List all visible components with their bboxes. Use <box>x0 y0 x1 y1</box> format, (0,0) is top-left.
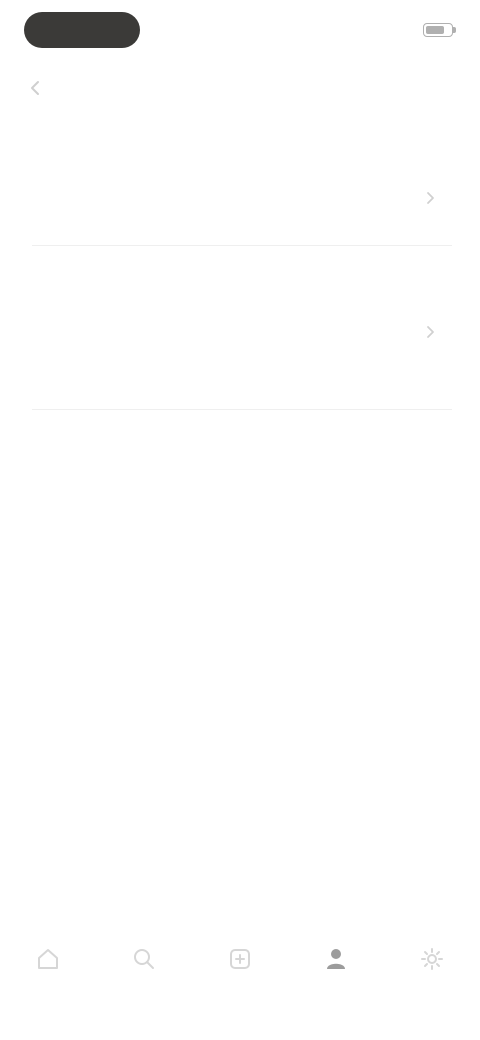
home-icon <box>33 944 63 974</box>
nav-item-settings[interactable] <box>396 944 468 1016</box>
settings-list <box>32 150 452 410</box>
bottom-nav <box>0 920 480 1040</box>
battery-icon <box>423 23 453 37</box>
chevron-right-icon <box>420 188 440 208</box>
back-button[interactable] <box>20 74 52 106</box>
nav-item-profile[interactable] <box>300 944 372 1016</box>
nav-item-home[interactable] <box>12 944 84 1016</box>
add-icon <box>225 944 255 974</box>
nav-item-search[interactable] <box>108 944 180 1016</box>
nav-item-add[interactable] <box>204 944 276 1016</box>
search-icon <box>129 944 159 974</box>
status-bar <box>0 0 480 60</box>
profile-icon <box>321 944 351 974</box>
app-screen <box>0 0 480 1040</box>
list-item-text <box>32 195 452 201</box>
battery-cap <box>453 27 456 33</box>
list-item[interactable] <box>32 270 452 410</box>
status-indicators <box>423 18 456 42</box>
list-item-text <box>32 314 452 320</box>
settings-icon <box>417 944 447 974</box>
header <box>0 64 480 116</box>
chevron-right-icon <box>420 322 440 342</box>
status-time-pill <box>24 12 140 48</box>
chevron-left-icon <box>27 77 45 103</box>
list-item[interactable] <box>32 150 452 246</box>
